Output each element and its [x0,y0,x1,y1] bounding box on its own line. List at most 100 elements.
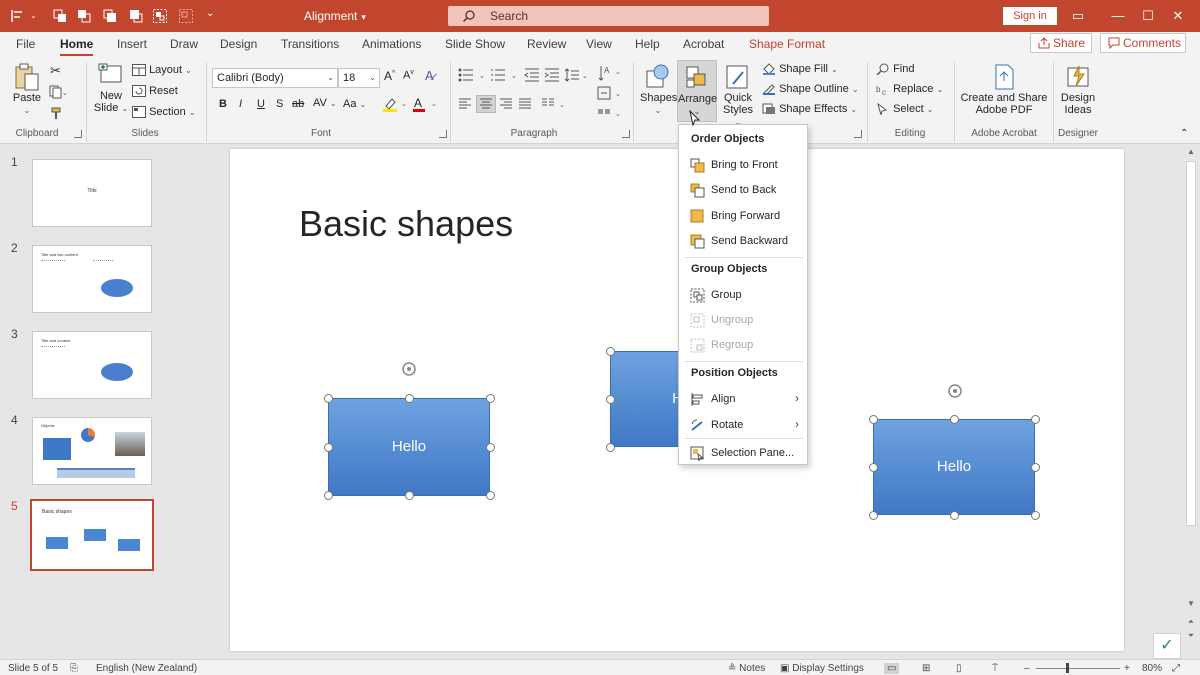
change-case-button[interactable]: Aa ⌄ [343,98,366,110]
slide-canvas[interactable]: Basic shapes Hello H Hello [230,149,1124,651]
scroll-up-icon[interactable]: ▲ [1186,147,1196,156]
increase-indent-icon[interactable] [544,68,560,82]
shape-fill-button[interactable]: Shape Fill ⌄ [762,63,838,76]
bring-to-front-icon[interactable] [52,8,68,24]
tab-animations[interactable]: Animations [362,37,421,51]
font-size-combo[interactable]: 18 ⌄ [338,68,380,88]
comments-button[interactable]: Comments [1100,33,1186,53]
regroup-item[interactable]: Regroup [679,334,807,356]
font-name-combo[interactable]: Calibri (Body) ⌄ [212,68,338,88]
slide-thumbnail-3[interactable]: Title and content [32,331,152,399]
align-right-icon[interactable] [499,98,513,110]
customize-quick-access-icon[interactable]: ⌄ [206,8,214,19]
line-spacing-button[interactable]: ⌄ [564,68,590,82]
resize-handle[interactable] [405,491,414,500]
resize-handle[interactable] [950,511,959,520]
resize-handle[interactable] [486,443,495,452]
shadow-button[interactable]: S [276,98,283,110]
shape-outline-button[interactable]: Shape Outline ⌄ [762,83,859,96]
tab-acrobat[interactable]: Acrobat [683,37,724,51]
close-icon[interactable]: ✕ [1170,8,1186,24]
hello-shape-right[interactable]: Hello [873,419,1035,515]
bold-button[interactable]: B [219,98,227,110]
copy-icon[interactable]: ⌄ [49,85,67,99]
bring-forward-icon[interactable] [102,8,118,24]
smartart-button[interactable]: ⌄ [597,106,623,120]
normal-view-icon[interactable]: ▭ [884,663,900,674]
slide-sorter-icon[interactable]: ⊞ [922,663,930,674]
zoom-level[interactable]: 80% [1142,663,1162,674]
paste-button[interactable]: Paste ⌄ [10,62,44,116]
slide-show-icon[interactable]: ⍑ [992,663,998,674]
search-box[interactable]: Search [448,6,769,26]
numbering-button[interactable]: ⌄ [490,68,520,82]
scroll-down-icon[interactable]: ▼ [1186,599,1196,608]
reading-view-icon[interactable]: ▯ [956,663,962,674]
vertical-scrollbar[interactable]: ▲ ▼ ⏶ ⏷ [1182,145,1200,659]
resize-handle[interactable] [1031,415,1040,424]
highlight-color-button[interactable]: ⌄ [382,96,410,112]
tab-transitions[interactable]: Transitions [281,37,339,51]
slide-thumbnail-1[interactable]: Title [32,159,152,227]
replace-button[interactable]: bc Replace ⌄ [876,83,943,95]
text-direction-button[interactable]: A ⌄ [597,64,623,82]
font-dialog-launcher[interactable] [439,130,447,138]
bring-to-front-item[interactable]: Bring to Front [679,154,807,176]
decrease-indent-icon[interactable] [524,68,540,82]
center-align-button[interactable] [476,95,496,113]
align-item[interactable]: Align › [679,388,807,410]
tab-view[interactable]: View [586,37,612,51]
document-title[interactable]: Alignment ▾ [304,9,366,23]
send-to-back-icon[interactable] [76,8,92,24]
notes-button[interactable]: ≗ Notes [728,663,765,674]
previous-slide-icon[interactable]: ⏶ [1186,617,1196,627]
rotate-handle-icon[interactable] [400,360,418,378]
font-color-button[interactable]: A ⌄ [412,96,440,112]
resize-handle[interactable] [324,491,333,500]
resize-handle[interactable] [1031,511,1040,520]
rotate-item[interactable]: Rotate › [679,414,807,436]
next-slide-icon[interactable]: ⏷ [1186,631,1196,641]
checkmark-icon[interactable]: ✓ [1153,633,1181,659]
select-button[interactable]: Select ⌄ [876,103,933,116]
design-ideas-button[interactable]: Design Ideas [1056,62,1100,116]
align-icon[interactable] [10,8,26,24]
resize-handle[interactable] [486,491,495,500]
resize-handle[interactable] [324,443,333,452]
increase-font-size-icon[interactable]: A^ [384,69,395,83]
zoom-in-icon[interactable]: + [1124,663,1130,674]
decrease-font-size-icon[interactable]: Av [403,69,414,82]
minimize-icon[interactable]: — [1110,8,1126,24]
resize-handle[interactable] [606,395,615,404]
tab-insert[interactable]: Insert [117,37,147,51]
selection-pane-item[interactable]: Selection Pane... [679,442,807,464]
resize-handle[interactable] [950,415,959,424]
align-text-button[interactable]: ⌄ [597,86,623,100]
rotate-handle-icon[interactable] [946,382,964,400]
tab-draw[interactable]: Draw [170,37,198,51]
quick-styles-button[interactable]: Quick Styles ⌄ [719,62,757,128]
paragraph-dialog-launcher[interactable] [622,130,630,138]
tab-design[interactable]: Design [220,37,257,51]
fit-to-window-icon[interactable]: ⤢ [1172,663,1180,674]
zoom-slider[interactable] [1036,668,1120,669]
spelling-check-icon[interactable]: ⎘ [70,663,78,674]
resize-handle[interactable] [869,415,878,424]
reset-button[interactable]: Reset [132,85,178,98]
tab-review[interactable]: Review [527,37,566,51]
zoom-out-icon[interactable]: – [1024,663,1030,674]
maximize-icon[interactable]: ☐ [1140,8,1156,24]
cut-icon[interactable]: ✂ [50,63,61,79]
share-button[interactable]: Share [1030,33,1092,53]
slide-thumbnail-5[interactable]: Basic shapes [30,499,154,571]
tab-file[interactable]: File [16,37,35,51]
ungroup-item[interactable]: Ungroup [679,309,807,331]
tab-shape-format[interactable]: Shape Format [749,37,825,51]
underline-button[interactable]: U [257,98,265,110]
send-backward-item[interactable]: Send Backward [679,230,807,252]
chevron-down-icon[interactable]: ⌄ [30,11,37,20]
strikethrough-button[interactable]: ab [292,98,304,110]
columns-button[interactable]: ⌄ [541,98,567,110]
drawing-dialog-launcher[interactable] [854,130,862,138]
group-item[interactable]: Group [679,284,807,306]
